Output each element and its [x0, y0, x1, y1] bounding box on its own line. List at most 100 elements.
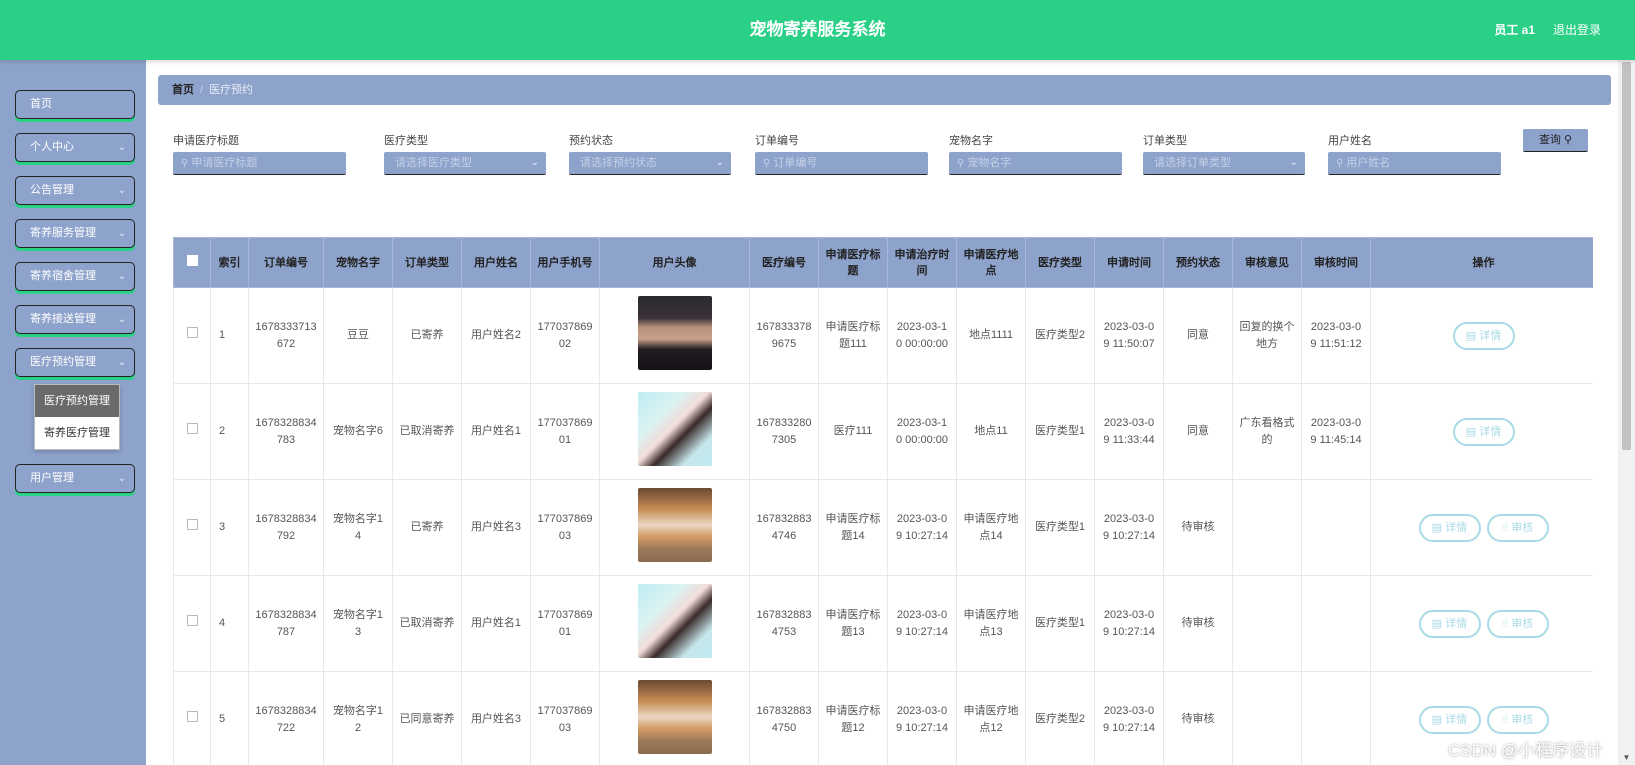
cell-index: 1 [210, 287, 249, 384]
scrollbar-thumb[interactable] [1622, 62, 1631, 450]
cell-status: 待审核 [1163, 479, 1233, 576]
row-checkbox[interactable] [186, 423, 198, 434]
column-header: 用户手机号 [530, 237, 600, 288]
chevron-down-icon: ⌄ [530, 157, 539, 168]
cell-order-type: 已寄养 [392, 287, 462, 384]
detail-button[interactable]: ▤ 详情 [1418, 513, 1481, 542]
column-header: 医疗编号 [749, 237, 819, 288]
row-checkbox-cell[interactable] [173, 287, 211, 384]
cell-index: 4 [210, 575, 249, 672]
cell-order-type: 已寄养 [392, 479, 462, 576]
sidebar-item-notices[interactable]: 公告管理 ⌄ [15, 176, 135, 205]
sidebar-item-boarding-dorm[interactable]: 寄养宿舍管理 ⌄ [15, 262, 135, 291]
title-search-input[interactable]: ⚲ 申请医疗标题 [173, 152, 346, 175]
sidebar-item-boarding-service[interactable]: 寄养服务管理 ⌄ [15, 219, 135, 248]
row-checkbox-cell[interactable] [173, 479, 211, 576]
cell-status: 同意 [1163, 287, 1233, 384]
table-body: 1 1678333713672 豆豆 已寄养 用户姓名2 17703786902 16783… [173, 287, 1593, 765]
cell-order-type: 已取消寄养 [392, 383, 462, 480]
appointments-table-wrapper: 索引 订单编号 宠物名字 订单类型 用户姓名 用户手机号 用户头像 医疗编号 申… [173, 237, 1593, 765]
row-checkbox-cell[interactable] [173, 383, 211, 480]
filter-label: 订单类型 [1143, 135, 1187, 147]
row-checkbox[interactable] [186, 327, 198, 338]
sidebar-item-boarding-transfer[interactable]: 寄养接送管理 ⌄ [15, 305, 135, 334]
medical-type-select[interactable]: 请选择医疗类型 ⌄ [384, 152, 546, 175]
cell-medical-no: 1678333789675 [749, 287, 819, 384]
review-button[interactable]: ☝ 审核 [1486, 705, 1549, 734]
avatar [637, 583, 712, 658]
cell-index: 3 [210, 479, 249, 576]
select-all-checkbox[interactable] [186, 254, 198, 266]
query-button[interactable]: 查询 ⚲ [1523, 129, 1588, 152]
column-header: 申请医疗标题 [818, 237, 888, 288]
avatar [637, 487, 712, 562]
cell-phone: 17703786902 [530, 287, 600, 384]
detail-button[interactable]: ▤ 详情 [1452, 321, 1515, 350]
cell-medical-no: 1678332807305 [749, 383, 819, 480]
column-header: 医疗类型 [1025, 237, 1095, 288]
cell-med-type: 医疗类型1 [1025, 383, 1095, 480]
filter-user-name: 用户姓名 ⚲ 用户姓名 [1328, 132, 1501, 175]
filter-label: 预约状态 [569, 135, 613, 147]
row-checkbox[interactable] [186, 711, 198, 722]
detail-button[interactable]: ▤ 详情 [1418, 705, 1481, 734]
breadcrumb-home[interactable]: 首页 [172, 84, 194, 96]
filter-label: 医疗类型 [384, 135, 428, 147]
app-title: 宠物寄养服务系统 [749, 20, 886, 39]
submenu-item-medical-appointment[interactable]: 医疗预约管理 [35, 385, 119, 417]
cell-phone: 17703786903 [530, 671, 600, 765]
cell-review-time [1301, 479, 1371, 576]
select-all-header[interactable] [173, 237, 211, 288]
sidebar-item-label: 个人中心 [30, 141, 74, 153]
cell-actions: ▤ 详情 ☝ 审核 [1370, 575, 1593, 672]
vertical-scrollbar[interactable]: ▼ [1618, 60, 1635, 765]
cell-opinion [1232, 479, 1302, 576]
cell-avatar [599, 287, 750, 384]
table-row: 2 1678328834783 宠物名字6 已取消寄养 用户姓名1 17703786901… [173, 383, 1593, 480]
avatar [637, 391, 712, 466]
order-no-input[interactable]: ⚲ 订单编号 [755, 152, 928, 175]
column-header: 审核时间 [1301, 237, 1371, 288]
submenu-item-boarding-medical[interactable]: 寄养医疗管理 [35, 417, 119, 449]
sidebar-item-users[interactable]: 用户管理 ⌄ [15, 464, 135, 493]
cell-order-type: 已取消寄养 [392, 575, 462, 672]
detail-button[interactable]: ▤ 详情 [1452, 417, 1515, 446]
review-button[interactable]: ☝ 审核 [1486, 513, 1549, 542]
chevron-down-icon: ⌄ [715, 157, 724, 168]
table-row: 4 1678328834787 宠物名字13 已取消寄养 用户姓名1 1770378690… [173, 575, 1593, 672]
cell-pet: 宠物名字12 [323, 671, 393, 765]
logout-link[interactable]: 退出登录 [1553, 0, 1601, 60]
detail-button[interactable]: ▤ 详情 [1418, 609, 1481, 638]
sidebar-item-home[interactable]: 首页 [15, 90, 135, 119]
filter-medical-type: 医疗类型 请选择医疗类型 ⌄ [384, 132, 546, 175]
column-header: 宠物名字 [323, 237, 393, 288]
user-name-input[interactable]: ⚲ 用户姓名 [1328, 152, 1501, 175]
sidebar-item-medical-appointment[interactable]: 医疗预约管理 ⌄ [15, 348, 135, 377]
cell-review-time [1301, 671, 1371, 765]
filter-order-type: 订单类型 请选择订单类型 ⌄ [1143, 132, 1305, 175]
chevron-down-icon: ⌄ [117, 142, 126, 153]
thumb-up-icon: ☝ [1501, 617, 1509, 630]
watermark: CSDN @小程序设计 [1448, 741, 1604, 760]
sidebar-item-profile[interactable]: 个人中心 ⌄ [15, 133, 135, 162]
thumb-up-icon: ☝ [1501, 521, 1509, 534]
row-checkbox[interactable] [186, 519, 198, 530]
pet-name-input[interactable]: ⚲ 宠物名字 [949, 152, 1122, 175]
cell-user: 用户姓名3 [461, 479, 531, 576]
row-checkbox[interactable] [186, 615, 198, 626]
document-icon: ▤ [1465, 425, 1477, 438]
cell-treat-time: 2023-03-10 00:00:00 [887, 287, 957, 384]
cell-actions: ▤ 详情 [1370, 287, 1593, 384]
row-checkbox-cell[interactable] [173, 671, 211, 765]
row-checkbox-cell[interactable] [173, 575, 211, 672]
cell-status: 同意 [1163, 383, 1233, 480]
cell-place: 地点1111 [956, 287, 1026, 384]
cell-status: 待审核 [1163, 575, 1233, 672]
review-button[interactable]: ☝ 审核 [1486, 609, 1549, 638]
document-icon: ▤ [1431, 617, 1443, 630]
cell-user: 用户姓名2 [461, 287, 531, 384]
status-select[interactable]: 请选择预约状态 ⌄ [569, 152, 731, 175]
scroll-down-icon[interactable]: ▼ [1618, 751, 1635, 765]
filter-order-no: 订单编号 ⚲ 订单编号 [755, 132, 928, 175]
order-type-select[interactable]: 请选择订单类型 ⌄ [1143, 152, 1305, 175]
